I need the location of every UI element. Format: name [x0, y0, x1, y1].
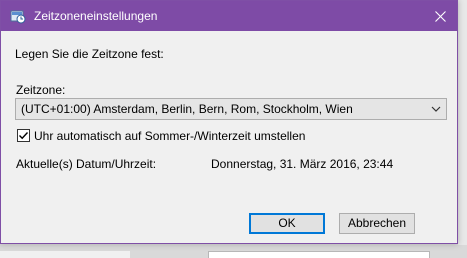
dst-checkbox-label[interactable]: Uhr automatisch auf Sommer-/Winterzeit u… — [34, 129, 305, 143]
close-button[interactable] — [423, 1, 457, 31]
timezone-settings-icon — [10, 8, 26, 24]
ok-button[interactable]: OK — [249, 213, 325, 234]
chevron-down-icon — [431, 106, 441, 112]
background-field — [208, 251, 430, 258]
screen: Zeitzoneneinstellungen Legen Sie die Zei… — [0, 0, 467, 258]
timezone-dialog: Zeitzoneneinstellungen Legen Sie die Zei… — [0, 0, 458, 244]
window-title: Zeitzoneneinstellungen — [34, 9, 158, 23]
datetime-label: Aktuelle(s) Datum/Uhrzeit: — [16, 157, 157, 171]
dst-checkbox[interactable] — [17, 129, 30, 142]
datetime-value: Donnerstag, 31. März 2016, 23:44 — [211, 157, 394, 171]
cancel-button[interactable]: Abbrechen — [339, 213, 415, 234]
close-icon — [434, 10, 446, 22]
timezone-label: Zeitzone: — [16, 83, 66, 97]
checkmark-icon — [19, 132, 29, 140]
background-window-edge — [458, 0, 467, 258]
timezone-dropdown[interactable]: (UTC+01:00) Amsterdam, Berlin, Bern, Rom… — [15, 98, 447, 120]
title-bar[interactable]: Zeitzoneneinstellungen — [1, 1, 457, 31]
timezone-selected-value: (UTC+01:00) Amsterdam, Berlin, Bern, Rom… — [21, 102, 353, 116]
timezone-prompt: Legen Sie die Zeitzone fest: — [15, 47, 164, 61]
background-panel — [0, 251, 130, 258]
